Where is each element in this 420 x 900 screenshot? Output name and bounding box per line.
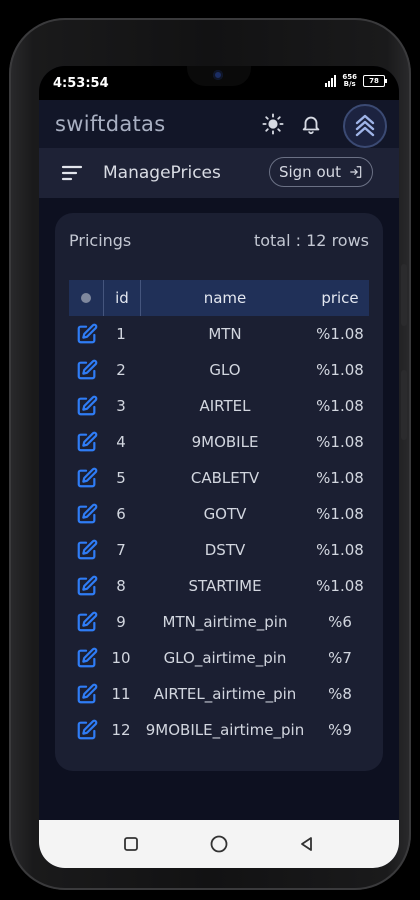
phone-frame: 4:53:54 656 B/s 78 swiftdatas ManagePric… — [9, 18, 411, 890]
edit-icon[interactable] — [75, 676, 99, 712]
table-row: 11 AIRTEL_airtime_pin %8 — [69, 676, 369, 712]
cell-name: DSTV — [204, 541, 246, 559]
edit-icon[interactable] — [75, 640, 99, 676]
sub-header: ManagePrices Sign out — [39, 148, 399, 198]
cell-price: %1.08 — [316, 469, 364, 487]
cell-name: GLO — [209, 361, 241, 379]
cell-name: STARTIME — [188, 577, 262, 595]
home-icon[interactable] — [207, 832, 231, 856]
table-row: 2 GLO %1.08 — [69, 352, 369, 388]
table-row: 8 STARTIME %1.08 — [69, 568, 369, 604]
sign-out-button[interactable]: Sign out — [269, 157, 373, 187]
battery-icon: 78 — [363, 75, 387, 87]
edit-icon[interactable] — [75, 424, 99, 460]
edit-icon[interactable] — [75, 460, 99, 496]
avatar-icon[interactable] — [343, 104, 387, 148]
select-all-indicator[interactable] — [69, 280, 103, 316]
notch — [187, 66, 251, 86]
cell-price: %7 — [328, 649, 352, 667]
cell-id: 12 — [111, 721, 131, 739]
cell-price: %1.08 — [316, 433, 364, 451]
column-header-price[interactable]: price — [311, 280, 369, 316]
cell-id: 9 — [116, 613, 126, 631]
back-icon[interactable] — [295, 832, 319, 856]
cell-price: %1.08 — [316, 577, 364, 595]
cell-name: AIRTEL_airtime_pin — [153, 685, 297, 703]
column-header-name[interactable]: name — [139, 280, 311, 316]
table-row: 3 AIRTEL %1.08 — [69, 388, 369, 424]
screen: 4:53:54 656 B/s 78 swiftdatas ManagePric… — [39, 66, 399, 868]
cell-name: GOTV — [203, 505, 247, 523]
cell-price: %1.08 — [316, 397, 364, 415]
edit-icon[interactable] — [75, 388, 99, 424]
cell-price: %1.08 — [316, 325, 364, 343]
card-title: Pricings — [69, 231, 132, 250]
table-row: 1 MTN %1.08 — [69, 316, 369, 352]
cell-price: %1.08 — [316, 361, 364, 379]
menu-icon[interactable] — [61, 164, 83, 186]
cell-id: 1 — [116, 325, 126, 343]
cell-id: 6 — [116, 505, 126, 523]
cell-id: 11 — [111, 685, 131, 703]
main-content: Pricings total : 12 rows id name price 1… — [39, 198, 399, 820]
sign-out-icon — [350, 166, 362, 178]
bell-icon[interactable] — [297, 110, 325, 138]
app-bar: swiftdatas — [39, 100, 399, 148]
cell-name: MTN_airtime_pin — [162, 613, 288, 631]
cell-id: 10 — [111, 649, 131, 667]
cell-id: 2 — [116, 361, 126, 379]
network-speed: 656 B/s — [342, 73, 357, 88]
table-row: 7 DSTV %1.08 — [69, 532, 369, 568]
table-row: 5 CABLETV %1.08 — [69, 460, 369, 496]
table-row: 4 9MOBILE %1.08 — [69, 424, 369, 460]
volume-button — [401, 264, 407, 326]
page-title: ManagePrices — [103, 163, 221, 183]
table-row: 9 MTN_airtime_pin %6 — [69, 604, 369, 640]
column-header-id[interactable]: id — [103, 280, 141, 316]
edit-icon[interactable] — [75, 316, 99, 352]
cell-price: %1.08 — [316, 505, 364, 523]
cell-name: AIRTEL — [199, 397, 251, 415]
cell-price: %6 — [328, 613, 352, 631]
table-header: id name price — [69, 280, 369, 316]
table-body: 1 MTN %1.08 2 GLO %1.08 3 AIRTEL %1.08 4 9MOBILE %1… — [69, 316, 369, 748]
sun-icon[interactable] — [259, 110, 287, 138]
cell-name: 9MOBILE_airtime_pin — [145, 721, 305, 739]
pricings-card: Pricings total : 12 rows id name price 1… — [55, 213, 383, 771]
cell-name: GLO_airtime_pin — [163, 649, 287, 667]
table-row: 12 9MOBILE_airtime_pin %9 — [69, 712, 369, 748]
row-count: total : 12 rows — [253, 231, 369, 250]
edit-icon[interactable] — [75, 568, 99, 604]
cell-name: 9MOBILE — [191, 433, 259, 451]
status-icons: 656 B/s 78 — [325, 73, 387, 88]
cell-name: MTN — [208, 325, 242, 343]
edit-icon[interactable] — [75, 712, 99, 748]
cell-id: 5 — [116, 469, 126, 487]
cell-price: %1.08 — [316, 541, 364, 559]
brand-logo: swiftdatas — [55, 112, 166, 136]
status-time: 4:53:54 — [53, 76, 109, 91]
edit-icon[interactable] — [75, 352, 99, 388]
cell-price: %9 — [328, 721, 352, 739]
cell-id: 3 — [116, 397, 126, 415]
sign-out-label: Sign out — [278, 163, 342, 181]
signal-icon — [325, 75, 337, 87]
cell-name: CABLETV — [190, 469, 260, 487]
power-button — [401, 370, 407, 440]
table-row: 10 GLO_airtime_pin %7 — [69, 640, 369, 676]
edit-icon[interactable] — [75, 532, 99, 568]
cell-id: 4 — [116, 433, 126, 451]
front-camera — [213, 70, 223, 80]
table-row: 6 GOTV %1.08 — [69, 496, 369, 532]
edit-icon[interactable] — [75, 604, 99, 640]
cell-id: 8 — [116, 577, 126, 595]
system-nav-bar — [39, 820, 399, 868]
edit-icon[interactable] — [75, 496, 99, 532]
cell-id: 7 — [116, 541, 126, 559]
cell-price: %8 — [328, 685, 352, 703]
recent-apps-icon[interactable] — [119, 832, 143, 856]
